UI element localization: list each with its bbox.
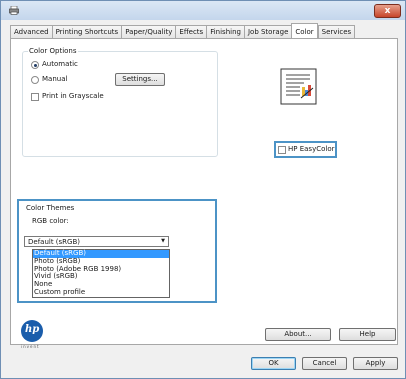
title-bar[interactable]: x	[1, 1, 405, 20]
about-button[interactable]: About...	[265, 328, 331, 341]
easycolor-checkbox[interactable]	[278, 146, 286, 154]
rgb-color-label: RGB color:	[32, 217, 69, 225]
document-preview-icon	[280, 68, 317, 105]
color-options-title: Color Options	[28, 47, 78, 55]
rgb-color-value: Default (sRGB)	[28, 238, 81, 246]
tab-color[interactable]: Color	[291, 23, 318, 39]
option-custom-profile[interactable]: Custom profile	[33, 288, 169, 297]
automatic-label: Automatic	[42, 60, 78, 68]
tab-job-storage[interactable]: Job Storage	[243, 25, 292, 39]
close-icon: x	[384, 6, 391, 16]
tab-printing-shortcuts[interactable]: Printing Shortcuts	[51, 25, 122, 39]
color-themes-title: Color Themes	[26, 204, 75, 212]
hp-logo-icon: hp	[21, 320, 43, 342]
grayscale-checkbox[interactable]	[31, 93, 39, 101]
easycolor-label: HP EasyColor	[288, 145, 335, 153]
cancel-button[interactable]: Cancel	[302, 357, 347, 370]
tab-finishing[interactable]: Finishing	[206, 25, 244, 39]
tab-paper-quality[interactable]: Paper/Quality	[121, 25, 176, 39]
automatic-radio[interactable]	[31, 61, 39, 69]
tab-strip: Advanced Printing Shortcuts Paper/Qualit…	[10, 23, 356, 39]
printer-icon	[9, 6, 19, 15]
tab-effects[interactable]: Effects	[175, 25, 207, 39]
settings-button[interactable]: Settings...	[115, 73, 165, 86]
chevron-down-icon: ▼	[161, 238, 165, 244]
rgb-color-dropdown[interactable]: Default (sRGB) ▼	[24, 236, 169, 247]
grayscale-label: Print in Grayscale	[42, 92, 104, 100]
option-vivid-srgb[interactable]: Vivid (sRGB)	[33, 273, 169, 281]
apply-button[interactable]: Apply	[353, 357, 398, 370]
hp-logo-text: invent	[21, 344, 40, 349]
help-button[interactable]: Help	[339, 328, 396, 341]
close-button[interactable]: x	[374, 4, 401, 18]
tab-services[interactable]: Services	[317, 25, 356, 39]
tab-advanced[interactable]: Advanced	[10, 25, 52, 39]
manual-radio[interactable]	[31, 76, 39, 84]
printer-properties-dialog: x Advanced Printing Shortcuts Paper/Qual…	[0, 0, 406, 379]
rgb-color-options-list: Default (sRGB) Photo (sRGB) Photo (Adobe…	[32, 249, 170, 298]
ok-button[interactable]: OK	[251, 357, 296, 370]
manual-label: Manual	[42, 75, 68, 83]
